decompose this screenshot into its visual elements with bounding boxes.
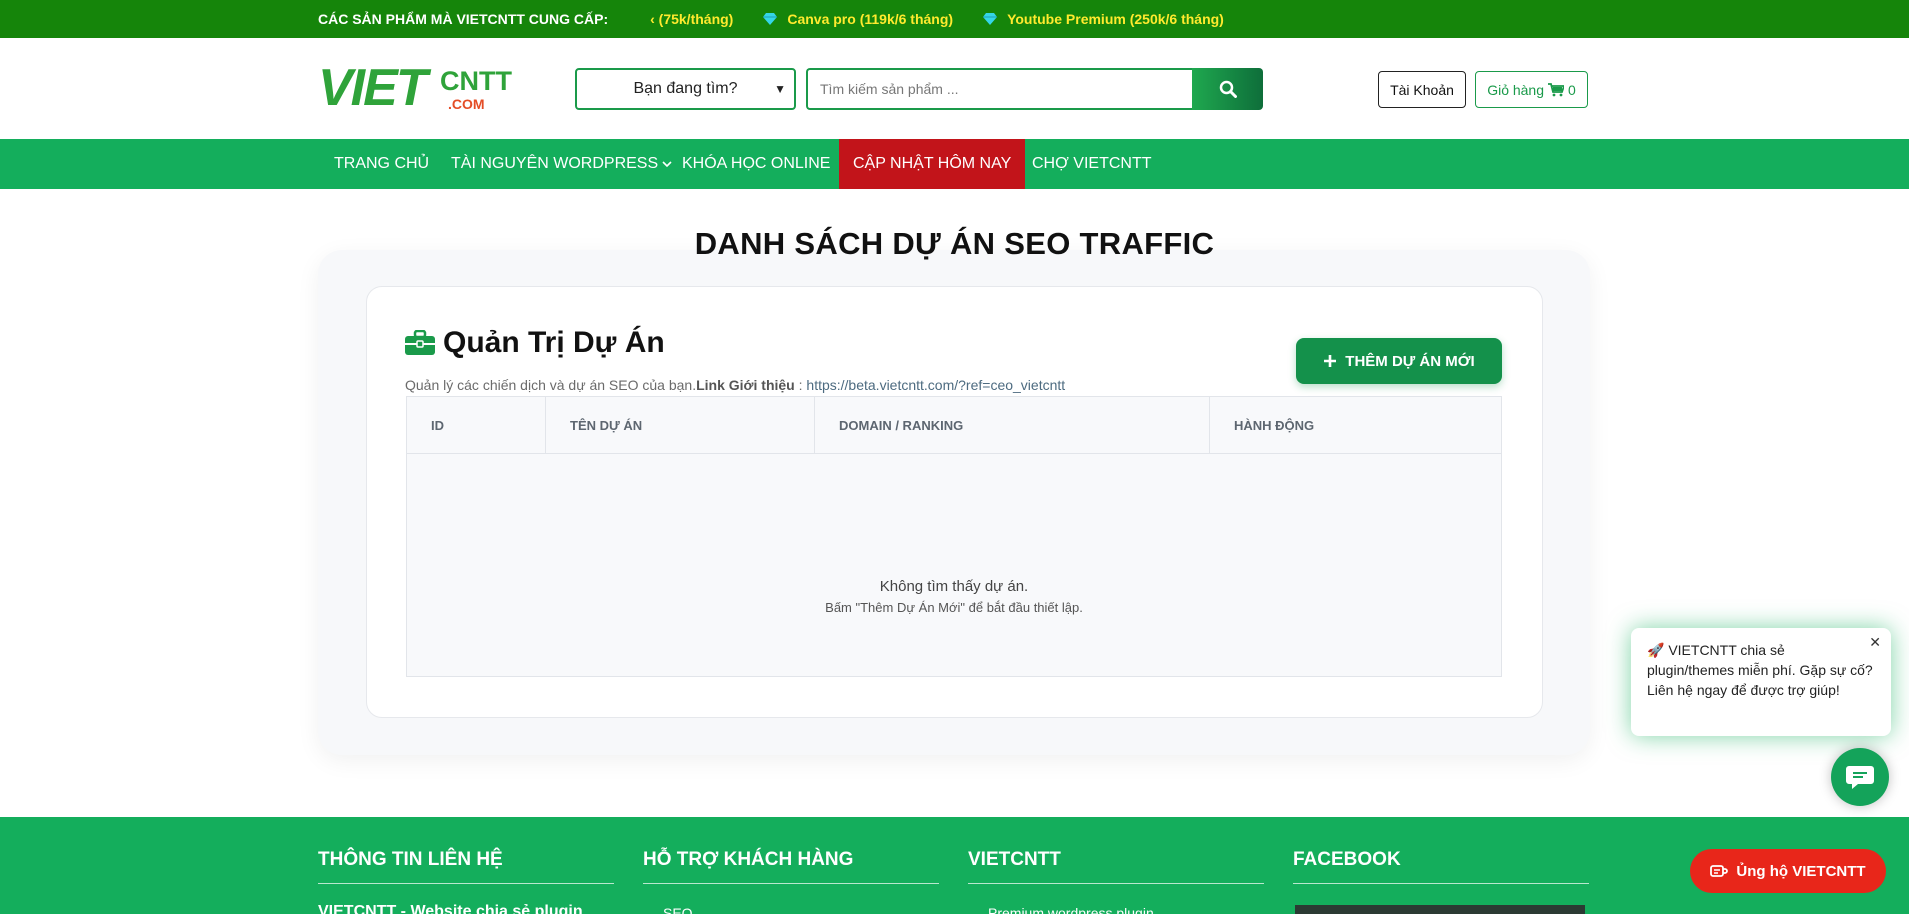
page-title: DANH SÁCH DỰ ÁN SEO TRAFFIC <box>694 226 1215 261</box>
nav-item-wordpress-resources[interactable]: TÀI NGUYÊN WORDPRESS <box>451 139 672 189</box>
announcement-label: CÁC SẢN PHẨM MÀ VIETCNTT CUNG CẤP: <box>318 11 609 27</box>
plus-icon <box>1324 355 1337 367</box>
search-button[interactable] <box>1192 68 1263 110</box>
announcement-marquee: CÁC SẢN PHẨM MÀ VIETCNTT CUNG CẤP: ‹ (75… <box>318 0 1618 38</box>
table-header: ID TÊN DỰ ÁN DOMAIN / RANKING HÀNH ĐỘNG <box>407 397 1501 454</box>
search-input[interactable]: Tìm kiếm sản phẩm ... <box>806 68 1192 110</box>
footer-heading: FACEBOOK <box>1293 849 1401 870</box>
logo-com: .COM <box>448 96 485 112</box>
footer-text: VIETCNTT - Website chia sẻ plugin <box>318 903 583 914</box>
facebook-page-embed[interactable] <box>1295 905 1585 914</box>
chat-popup: ✕ 🚀 VIETCNTT chia sẻ plugin/themes miễn … <box>1631 628 1891 736</box>
nav-item-vietcntt-market[interactable]: CHỢ VIETCNTT <box>1032 139 1152 189</box>
category-select[interactable]: Bạn đang tìm? ▼ <box>575 68 796 110</box>
section-description: Quản lý các chiến dịch và dự án SEO của … <box>405 377 1066 393</box>
column-header-actions: HÀNH ĐỘNG <box>1234 417 1315 433</box>
diamond-icon <box>983 13 998 25</box>
site-header: VIET CNTT .COM Bạn đang tìm? ▼ Tìm kiếm … <box>0 38 1909 138</box>
main-navigation: TRANG CHỦ TÀI NGUYÊN WORDPRESS KHÓA HỌC … <box>0 139 1909 189</box>
footer-heading: HỖ TRỢ KHÁCH HÀNG <box>643 849 854 870</box>
chevron-down-icon <box>662 161 672 168</box>
chat-icon <box>1846 766 1874 789</box>
footer-link[interactable]: SEO <box>663 905 693 914</box>
search-icon <box>1219 80 1237 98</box>
top-announcement-bar: CÁC SẢN PHẨM MÀ VIETCNTT CUNG CẤP: ‹ (75… <box>0 0 1909 38</box>
column-header-project-name: TÊN DỰ ÁN <box>546 397 815 453</box>
account-button[interactable]: Tài Khoản <box>1378 71 1466 108</box>
chat-button[interactable] <box>1831 748 1889 806</box>
footer-divider <box>318 883 614 884</box>
footer-heading: THÔNG TIN LIÊN HỆ <box>318 849 503 870</box>
diamond-icon <box>763 13 778 25</box>
cart-count: 0 <box>1568 81 1576 98</box>
nav-item-online-courses[interactable]: KHÓA HỌC ONLINE <box>682 139 830 189</box>
chevron-down-icon: ▼ <box>774 82 786 96</box>
footer-divider <box>1293 883 1589 884</box>
promo-item[interactable]: Canva pro (119k/6 tháng) <box>763 11 953 27</box>
close-icon[interactable]: ✕ <box>1869 632 1881 652</box>
logo-cntt: CNTT <box>440 66 512 96</box>
footer-heading: VIETCNTT <box>968 849 1061 870</box>
site-logo[interactable]: VIET CNTT .COM <box>318 59 512 118</box>
promo-item[interactable]: Youtube Premium (250k/6 tháng) <box>983 11 1224 27</box>
cart-icon <box>1548 82 1565 96</box>
logo-wordmark: VIET <box>318 59 428 117</box>
footer-link[interactable]: Premium wordpress plugin <box>988 905 1154 914</box>
referral-label: Link Giới thiệu <box>696 377 795 393</box>
site-footer: THÔNG TIN LIÊN HỆ VIETCNTT - Website chi… <box>0 817 1909 914</box>
footer-divider <box>643 883 939 884</box>
projects-table: ID TÊN DỰ ÁN DOMAIN / RANKING HÀNH ĐỘNG … <box>406 396 1502 677</box>
nav-item-home[interactable]: TRANG CHỦ <box>334 139 429 189</box>
coffee-icon <box>1710 865 1729 877</box>
promo-item[interactable]: ‹ (75k/tháng) <box>650 11 733 27</box>
column-header-id: ID <box>407 397 546 453</box>
briefcase-icon <box>405 330 435 355</box>
footer-divider <box>968 883 1264 884</box>
nav-item-today-updates[interactable]: CẬP NHẬT HÔM NAY <box>839 139 1026 189</box>
empty-state-title: Không tìm thấy dự án. <box>879 578 1029 595</box>
support-button[interactable]: Ủng hộ VIETCNTT <box>1690 849 1886 893</box>
column-header-domain-ranking: DOMAIN / RANKING <box>815 397 1210 453</box>
add-project-button[interactable]: THÊM DỰ ÁN MỚI <box>1296 338 1502 384</box>
chat-popup-message: 🚀 VIETCNTT chia sẻ plugin/themes miễn ph… <box>1647 642 1873 698</box>
referral-link[interactable]: https://beta.vietcntt.com/?ref=ceo_vietc… <box>806 377 1065 393</box>
table-body: Không tìm thấy dự án. Bấm "Thêm Dự Án Mớ… <box>407 454 1501 676</box>
cart-button[interactable]: Giỏ hàng 0 <box>1475 71 1588 108</box>
empty-state-hint: Bấm "Thêm Dự Án Mới" để bắt đầu thiết lậ… <box>825 600 1083 615</box>
section-heading: Quản Trị Dự Án <box>405 326 665 360</box>
